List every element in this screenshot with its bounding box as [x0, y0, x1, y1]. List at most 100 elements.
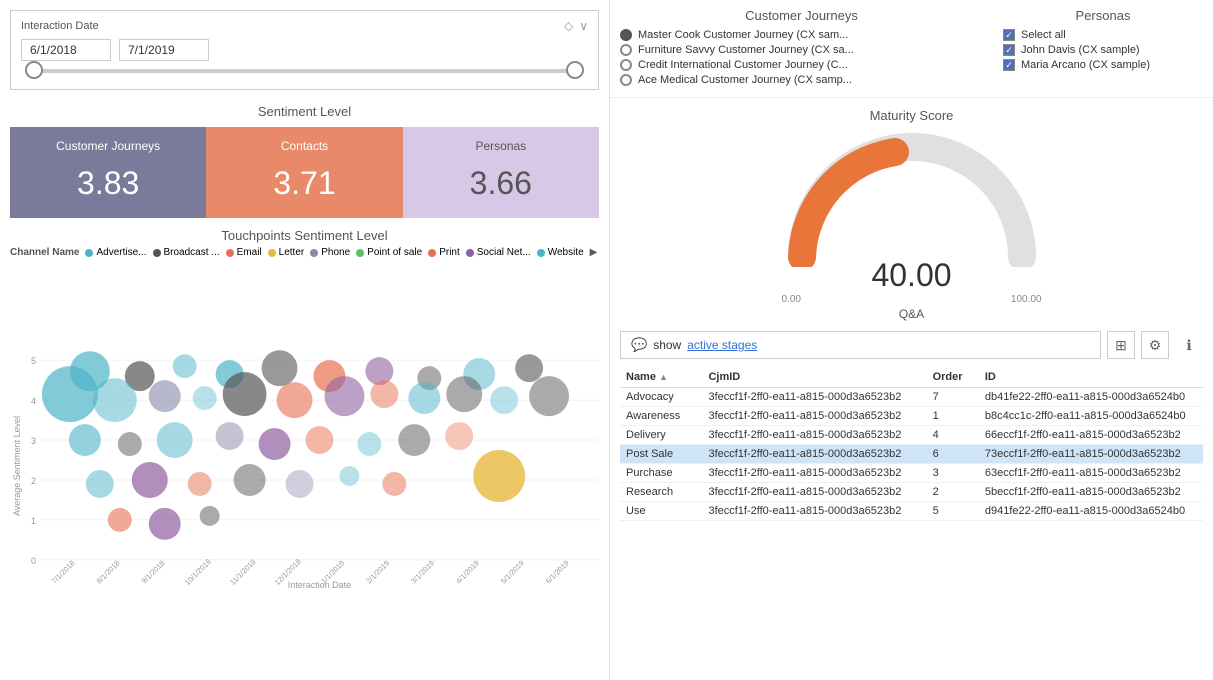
cell-cjmid-3: 3feccf1f-2ff0-ea11-a815-000d3a6523b2	[702, 445, 926, 464]
check-icon-1: ✓	[1005, 61, 1013, 70]
cell-cjmid-1: 3feccf1f-2ff0-ea11-a815-000d3a6523b2	[702, 407, 926, 426]
table-row[interactable]: Research 3feccf1f-2ff0-ea11-a815-000d3a6…	[620, 483, 1203, 502]
kpi-journeys-label: Customer Journeys	[20, 139, 196, 153]
checkbox-select-all[interactable]: ✓	[1003, 29, 1015, 41]
journey-label-1: Furniture Savvy Customer Journey (CX sa.…	[638, 44, 854, 56]
cell-cjmid-2: 3feccf1f-2ff0-ea11-a815-000d3a6523b2	[702, 426, 926, 445]
checkbox-persona-1[interactable]: ✓	[1003, 59, 1015, 71]
table-row[interactable]: Use 3feccf1f-2ff0-ea11-a815-000d3a6523b2…	[620, 502, 1203, 521]
journey-item-0[interactable]: Master Cook Customer Journey (CX sam...	[620, 29, 983, 41]
journey-radio-2[interactable]	[620, 59, 632, 71]
main-container: Interaction Date ◇ ∨ Sentiment Level Cus	[0, 0, 1213, 680]
pin-icon[interactable]: ◇	[564, 19, 573, 33]
cell-order-5: 2	[927, 483, 979, 502]
right-panel: Customer Journeys Master Cook Customer J…	[610, 0, 1213, 680]
gauge-section: Maturity Score 40.00 0.00 100.00 Q&A	[610, 98, 1213, 325]
svg-text:Interaction Date: Interaction Date	[288, 580, 351, 590]
table-row[interactable]: Purchase 3feccf1f-2ff0-ea11-a815-000d3a6…	[620, 464, 1203, 483]
slider-thumb-left[interactable]	[25, 61, 43, 79]
svg-text:6/1/2019: 6/1/2019	[544, 559, 571, 586]
svg-text:2: 2	[31, 476, 36, 486]
table-row-selected[interactable]: Post Sale 3feccf1f-2ff0-ea11-a815-000d3a…	[620, 445, 1203, 464]
legend-social: Social Net...	[466, 247, 531, 258]
channel-legend: Channel Name Advertise... Broadcast ... …	[10, 247, 599, 258]
col-name[interactable]: Name ▲	[620, 367, 702, 388]
journey-item-1[interactable]: Furniture Savvy Customer Journey (CX sa.…	[620, 44, 983, 56]
legend-more[interactable]: ▶	[590, 247, 598, 258]
journeys-filter-title: Customer Journeys	[620, 8, 983, 23]
svg-text:9/1/2018: 9/1/2018	[140, 559, 167, 586]
journey-radio-3[interactable]	[620, 74, 632, 86]
checkbox-persona-0[interactable]: ✓	[1003, 44, 1015, 56]
qa-search-row: 💬 show active stages ⊞ ⚙ ℹ	[620, 331, 1203, 359]
slider-thumb-right[interactable]	[566, 61, 584, 79]
legend-label-website: Website	[548, 247, 584, 258]
cell-cjmid-0: 3feccf1f-2ff0-ea11-a815-000d3a6523b2	[702, 388, 926, 407]
filter-icons: ◇ ∨	[564, 19, 588, 33]
legend-letter: Letter	[268, 247, 305, 258]
legend-label-broadcast: Broadcast ...	[164, 247, 220, 258]
bubble-chart-container: 5 4 3 2 1 0 Average Sentiment Level	[10, 262, 599, 670]
cell-id-5: 5beccf1f-2ff0-ea11-a815-000d3a6523b2	[979, 483, 1203, 502]
journey-item-2[interactable]: Credit International Customer Journey (C…	[620, 59, 983, 71]
cell-id-2: 66eccf1f-2ff0-ea11-a815-000d3a6523b2	[979, 426, 1203, 445]
kpi-cards: Customer Journeys 3.83 Contacts 3.71 Per…	[10, 127, 599, 218]
chevron-icon[interactable]: ∨	[579, 19, 588, 33]
chat-icon: 💬	[631, 337, 647, 353]
legend-print: Print	[428, 247, 460, 258]
legend-phone: Phone	[310, 247, 350, 258]
persona-label-1: Maria Arcano (CX sample)	[1021, 59, 1150, 71]
cell-name-0: Advocacy	[620, 388, 702, 407]
maturity-title: Maturity Score	[870, 108, 954, 123]
persona-item-1[interactable]: ✓ Maria Arcano (CX sample)	[1003, 59, 1203, 71]
legend-pos: Point of sale	[356, 247, 422, 258]
journey-radio-0[interactable]	[620, 29, 632, 41]
data-table: Name ▲ CjmID Order ID Advocacy 3feccf1f-…	[620, 367, 1203, 521]
col-order[interactable]: Order	[927, 367, 979, 388]
svg-text:3/1/2019: 3/1/2019	[409, 559, 436, 586]
persona-label-0: John Davis (CX sample)	[1021, 44, 1140, 56]
legend-label-social: Social Net...	[477, 247, 531, 258]
qa-settings-button[interactable]: ⚙	[1141, 331, 1169, 359]
table-row[interactable]: Awareness 3feccf1f-2ff0-ea11-a815-000d3a…	[620, 407, 1203, 426]
svg-text:10/1/2018: 10/1/2018	[183, 557, 213, 587]
gauge-svg	[782, 127, 1042, 267]
date-to-input[interactable]	[119, 39, 209, 61]
table-row[interactable]: Delivery 3feccf1f-2ff0-ea11-a815-000d3a6…	[620, 426, 1203, 445]
journey-item-3[interactable]: Ace Medical Customer Journey (CX samp...	[620, 74, 983, 86]
cell-cjmid-5: 3feccf1f-2ff0-ea11-a815-000d3a6523b2	[702, 483, 926, 502]
cell-id-0: db41fe22-2ff0-ea11-a815-000d3a6524b0	[979, 388, 1203, 407]
svg-text:5: 5	[31, 356, 36, 366]
persona-select-all[interactable]: ✓ Select all	[1003, 29, 1203, 41]
legend-dot-phone	[310, 249, 318, 257]
table-row[interactable]: Advocacy 3feccf1f-2ff0-ea11-a815-000d3a6…	[620, 388, 1203, 407]
cell-name-2: Delivery	[620, 426, 702, 445]
slider-fill	[25, 69, 584, 73]
persona-item-0[interactable]: ✓ John Davis (CX sample)	[1003, 44, 1203, 56]
legend-label-print: Print	[439, 247, 460, 258]
cell-id-1: b8c4cc1c-2ff0-ea11-a815-000d3a6524b0	[979, 407, 1203, 426]
legend-broadcast: Broadcast ...	[153, 247, 220, 258]
kpi-card-journeys: Customer Journeys 3.83	[10, 127, 206, 218]
qa-search-box[interactable]: 💬 show active stages	[620, 331, 1101, 359]
gauge-labels: 0.00 100.00	[782, 294, 1042, 305]
legend-email: Email	[226, 247, 262, 258]
date-from-input[interactable]	[21, 39, 111, 61]
qa-search-link[interactable]: active stages	[687, 338, 757, 352]
journey-label-3: Ace Medical Customer Journey (CX samp...	[638, 74, 852, 86]
journey-radio-1[interactable]	[620, 44, 632, 56]
qa-export-button[interactable]: ⊞	[1107, 331, 1135, 359]
svg-text:1: 1	[31, 516, 36, 526]
kpi-personas-label: Personas	[413, 139, 589, 153]
cell-order-3: 6	[927, 445, 979, 464]
qa-info-button[interactable]: ℹ	[1175, 331, 1203, 359]
col-cjmid[interactable]: CjmID	[702, 367, 926, 388]
table-header-row: Name ▲ CjmID Order ID	[620, 367, 1203, 388]
legend-dot-social	[466, 249, 474, 257]
cell-order-1: 1	[927, 407, 979, 426]
cell-name-1: Awareness	[620, 407, 702, 426]
kpi-contacts-value: 3.71	[216, 165, 392, 202]
left-panel: Interaction Date ◇ ∨ Sentiment Level Cus	[0, 0, 610, 680]
col-id[interactable]: ID	[979, 367, 1203, 388]
svg-text:2/1/2019: 2/1/2019	[364, 559, 391, 586]
